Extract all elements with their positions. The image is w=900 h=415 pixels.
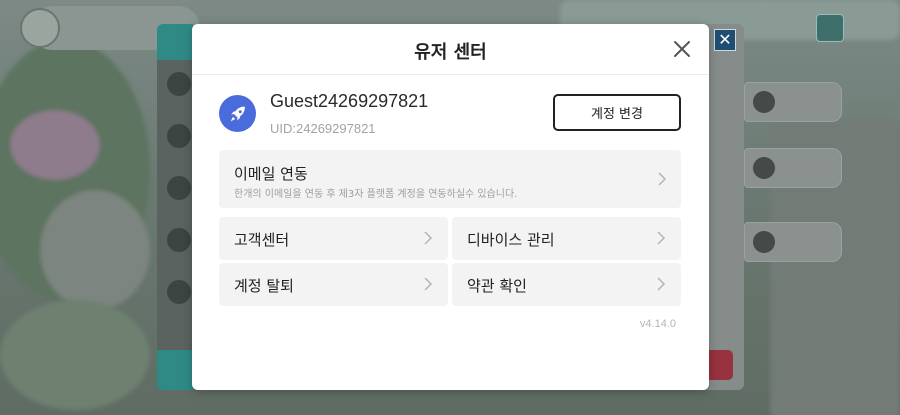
menu-item-label: 고객센터 [234,231,290,249]
menu-item-label: 계정 탈퇴 [234,277,294,295]
menu-item-label: 약관 확인 [467,277,527,295]
chevron-right-icon [656,230,666,246]
background-red-button [706,350,733,380]
email-link-button[interactable]: 이메일 연동 한개의 이메일을 연동 후 제3자 플랫폼 계정을 연동하실수 있… [219,150,681,208]
email-link-title: 이메일 연동 [234,165,308,183]
terms-button[interactable]: 약관 확인 [452,263,681,306]
chevron-right-icon [423,276,433,292]
menu-grid: 고객센터 디바이스 관리 계정 탈퇴 약관 확인 [219,217,681,307]
close-icon [674,41,690,57]
monitor-icon [167,124,191,148]
swords-icon [167,228,191,252]
close-button[interactable] [671,38,693,60]
background-side-button [744,222,842,262]
user-uid: UID:24269297821 [270,121,376,136]
user-center-modal: 유저 센터 Guest24269297821 UID:24269297821 계… [192,24,709,390]
email-link-description: 한개의 이메일을 연동 후 제3자 플랫폼 계정을 연동하실수 있습니다. [234,189,518,200]
background-close-icon: ✕ [714,29,736,51]
device-management-button[interactable]: 디바이스 관리 [452,217,681,260]
chevron-right-icon [656,276,666,292]
chevron-right-icon [657,171,667,187]
background-side-menu [157,24,193,390]
headset-icon [167,176,191,200]
delete-account-button[interactable]: 계정 탈퇴 [219,263,448,306]
rocket-icon [230,106,245,121]
modal-title: 유저 센터 [414,42,487,63]
guild-emblem-icon [20,8,60,48]
version-label: v4.14.0 [639,318,676,330]
profile-section: Guest24269297821 UID:24269297821 계정 변경 [219,91,682,141]
modal-header: 유저 센터 [192,24,709,75]
user-name: Guest24269297821 [270,91,429,111]
user-icon [167,72,191,96]
customer-center-button[interactable]: 고객센터 [219,217,448,260]
background-side-button [744,148,842,188]
globe-icon [167,280,191,304]
switch-account-button[interactable]: 계정 변경 [553,94,681,131]
background-side-button [744,82,842,122]
chevron-right-icon [423,230,433,246]
corner-menu-icon [816,14,844,42]
menu-item-label: 디바이스 관리 [467,231,555,249]
avatar [219,95,256,132]
